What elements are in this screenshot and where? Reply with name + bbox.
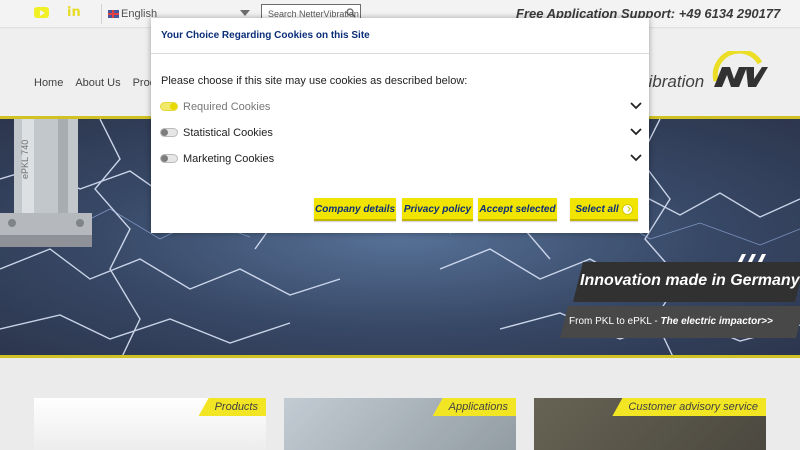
divider [151, 53, 649, 54]
cookie-label: Statistical Cookies [183, 127, 273, 139]
select-all-label: Select all [575, 204, 619, 215]
cookie-row-required[interactable]: Required Cookies [160, 98, 642, 116]
cookie-label: Marketing Cookies [183, 153, 275, 165]
select-all-button[interactable]: Select all [570, 198, 638, 221]
cookie-row-statistical[interactable]: Statistical Cookies [160, 124, 642, 142]
statistical-cookies-toggle[interactable] [160, 128, 178, 137]
chevron-down-icon[interactable] [630, 154, 642, 162]
accept-selected-button[interactable]: Accept selected [478, 198, 557, 221]
privacy-policy-button[interactable]: Privacy policy [402, 198, 473, 221]
chevron-down-icon[interactable] [630, 102, 642, 110]
dialog-title: Your Choice Regarding Cookies on this Si… [161, 30, 370, 41]
required-cookies-toggle [160, 102, 178, 111]
company-details-button[interactable]: Company details [314, 198, 396, 221]
marketing-cookies-toggle[interactable] [160, 154, 178, 163]
chevron-down-icon[interactable] [630, 128, 642, 136]
cookie-row-marketing[interactable]: Marketing Cookies [160, 150, 642, 168]
dialog-intro: Please choose if this site may use cooki… [161, 75, 468, 87]
cookie-label: Required Cookies [183, 101, 271, 113]
arrow-right-icon [622, 204, 633, 215]
